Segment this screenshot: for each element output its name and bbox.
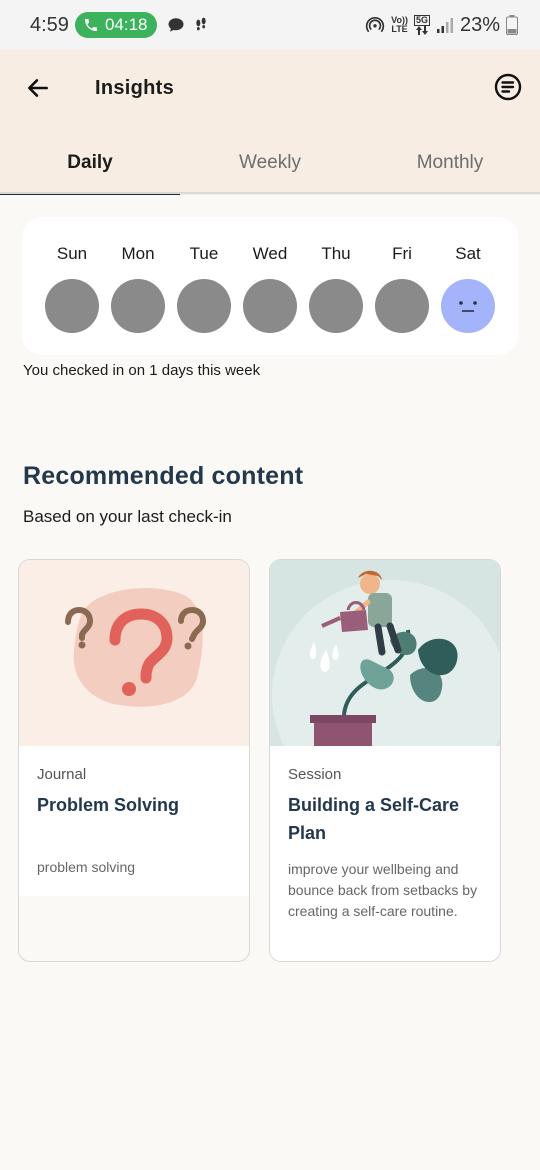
status-time: 4:59 (30, 13, 69, 36)
phone-icon (84, 19, 97, 31)
day-label-fri: Fri (392, 244, 412, 263)
back-button[interactable] (22, 72, 54, 104)
week-checkin-card: Sun Mon Tue Wed Thu Fri Sat (22, 217, 518, 355)
chat-bubble-icon (168, 18, 184, 32)
gardener-watering-plant-illustration-icon (272, 570, 500, 810)
menu-button[interactable] (494, 73, 522, 101)
day-dot-fri[interactable] (375, 279, 429, 333)
card-title: Building a Self-Care Plan (288, 795, 460, 843)
day-label-mon: Mon (121, 244, 155, 263)
card-title: Problem Solving (37, 795, 180, 815)
volte-indicator: Vo)) LTE (391, 16, 408, 34)
lte-label: LTE (391, 24, 408, 34)
signal-icon (436, 18, 453, 33)
tabs-divider (0, 192, 540, 194)
status-bar: 4:59 04:18 Vo)) LTE 5G 23% (0, 0, 540, 50)
footsteps-icon (196, 17, 207, 31)
card-image (270, 560, 500, 810)
data-arrows-icon (415, 26, 428, 35)
recommended-title: Recommended content (23, 462, 304, 490)
period-tabs: Daily Weekly Monthly (0, 140, 540, 195)
back-arrow-icon (28, 79, 48, 97)
neutral-face-icon (459, 301, 477, 312)
card-type: Journal (37, 766, 87, 783)
checkin-summary: You checked in on 1 days this week (23, 362, 261, 379)
day-dot-mon[interactable] (111, 279, 165, 333)
network-label: 5G (413, 15, 430, 26)
card-image (19, 560, 249, 746)
card-description: improve your wellbeing and bounce back f… (288, 861, 478, 919)
card-type: Session (288, 766, 342, 783)
day-dot-thu[interactable] (309, 279, 363, 333)
battery-icon (506, 15, 518, 35)
battery-percent: 23% (459, 13, 500, 36)
content-card-session[interactable]: Session Building a Self-Care Plan improv… (269, 559, 501, 962)
app-header: Insights Daily Weekly Monthly (0, 50, 540, 195)
question-marks-illustration-icon (65, 587, 207, 707)
page-title: Insights (95, 77, 175, 99)
day-label-tue: Tue (189, 244, 219, 263)
day-label-sun: Sun (56, 244, 88, 263)
tab-weekly[interactable]: Weekly (180, 140, 360, 195)
content-card-journal[interactable]: Journal Problem Solving problem solving (18, 559, 250, 962)
tab-daily[interactable]: Daily (0, 140, 180, 195)
day-dot-tue[interactable] (177, 279, 231, 333)
card-description: problem solving (37, 859, 136, 875)
day-dot-sat[interactable] (441, 279, 495, 333)
ongoing-call-pill[interactable]: 04:18 (74, 12, 158, 38)
day-label-sat: Sat (455, 244, 481, 263)
call-timer: 04:18 (104, 15, 148, 34)
notes-menu-icon (494, 73, 522, 101)
hotspot-icon (366, 16, 385, 33)
card-body: Journal Problem Solving problem solving (19, 746, 249, 896)
tab-monthly[interactable]: Monthly (360, 140, 540, 195)
day-dot-wed[interactable] (243, 279, 297, 333)
day-label-wed: Wed (252, 244, 288, 263)
day-dot-sun[interactable] (45, 279, 99, 333)
card-body: Session Building a Self-Care Plan improv… (270, 746, 500, 961)
day-label-thu: Thu (321, 244, 351, 263)
network-indicator: 5G (413, 15, 430, 35)
recommended-subtitle: Based on your last check-in (23, 507, 232, 526)
